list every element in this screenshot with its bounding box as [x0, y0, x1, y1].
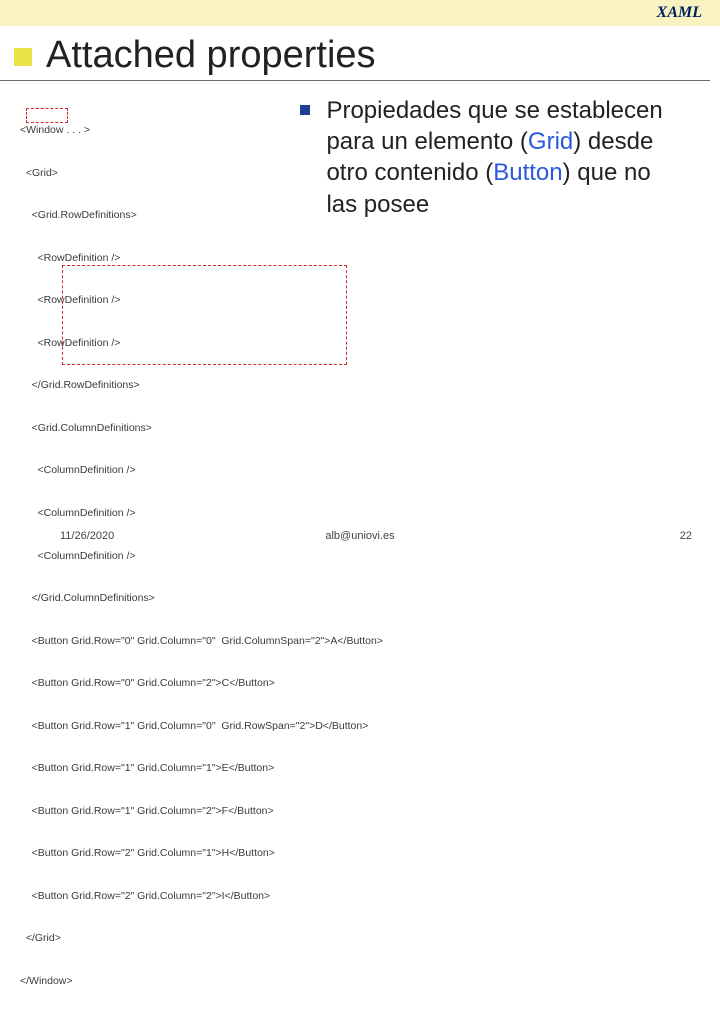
code-line: </Grid> — [20, 931, 383, 945]
title-row: Attached properties — [0, 26, 710, 81]
code-line: <RowDefinition /> — [20, 251, 383, 265]
square-bullet-icon — [300, 105, 310, 115]
blue-word-button: Button — [493, 159, 562, 186]
code-line: </Grid.RowDefinitions> — [20, 378, 383, 392]
code-line: <Button Grid.Row="2" Grid.Column="2">I</… — [20, 889, 383, 903]
page-title: Attached properties — [46, 34, 376, 77]
code-line: <Button Grid.Row="1" Grid.Column="2">F</… — [20, 804, 383, 818]
footer-page-number: 22 — [680, 530, 692, 542]
code-line: <Button Grid.Row="1" Grid.Column="1">E</… — [20, 761, 383, 775]
code-line: <ColumnDefinition /> — [20, 549, 383, 563]
highlight-grid-element — [26, 108, 68, 123]
code-line: <Button Grid.Row="0" Grid.Column="0" Gri… — [20, 634, 383, 648]
header-label: XAML — [657, 4, 702, 22]
header-bar: XAML — [0, 0, 720, 26]
code-line: <Button Grid.Row="0" Grid.Column="2">C</… — [20, 676, 383, 690]
highlight-attached-props — [62, 265, 347, 365]
xaml-code-block: <Window . . . > <Grid> <Grid.RowDefiniti… — [20, 95, 383, 1016]
blue-word-grid: Grid — [528, 128, 573, 155]
code-line: <Button Grid.Row="1" Grid.Column="0" Gri… — [20, 719, 383, 733]
bullet-paragraph: Propiedades que se establecen para un el… — [300, 95, 700, 220]
title-bullet-icon — [14, 48, 32, 66]
footer-email: alb@uniovi.es — [325, 530, 394, 542]
code-line: <ColumnDefinition /> — [20, 463, 383, 477]
code-line: </Window> — [20, 974, 383, 988]
code-line: <ColumnDefinition /> — [20, 506, 383, 520]
footer-date: 11/26/2020 — [60, 530, 114, 542]
code-line: <Grid.ColumnDefinitions> — [20, 421, 383, 435]
code-line: <Button Grid.Row="2" Grid.Column="1">H</… — [20, 846, 383, 860]
bullet-text: Propiedades que se establecen para un el… — [326, 95, 686, 220]
code-line: </Grid.ColumnDefinitions> — [20, 591, 383, 605]
